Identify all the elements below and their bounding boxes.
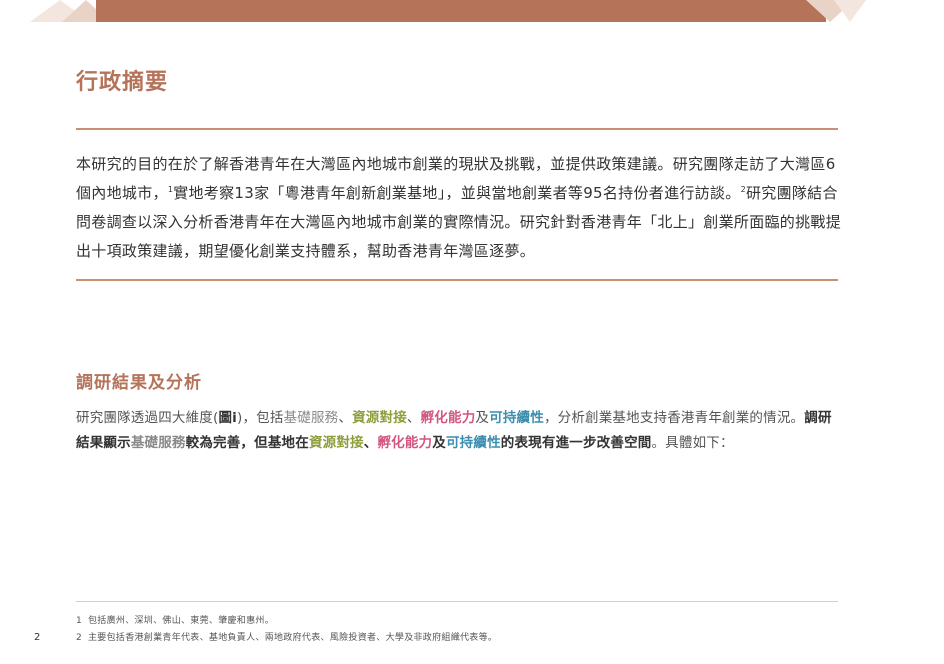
heading-divider (76, 128, 838, 130)
top-decorative-banner (30, 0, 866, 22)
footnote-divider (76, 601, 838, 602)
analysis-paragraph: 研究團隊透過四大維度(圖i)，包括基礎服務、資源對接、孵化能力及可持續性，分析創… (76, 406, 842, 456)
page-number: 2 (34, 632, 41, 643)
dimension-resource-matching: 資源對接 (352, 410, 407, 426)
analysis-text-4: 。具體如下： (651, 435, 734, 451)
findings-bold-2: 較為完善，但基地在 (185, 435, 309, 451)
footnote-text: 包括廣州、深圳、佛山、東莞、肇慶和惠州。 (88, 616, 275, 626)
summary-divider (76, 279, 838, 281)
page-heading: 行政摘要 (76, 70, 169, 95)
summary-text-2: 實地考察13家「粵港青年創新創業基地」，並與當地創業者等95名持份者進行訪談。 (173, 184, 741, 202)
footnote-number: 1 (76, 616, 83, 626)
dimension-sustainability: 可持續性 (489, 410, 544, 426)
separator: 、 (363, 435, 378, 451)
footnote-2: 2 主要包括香港創業青年代表、基地負責人、兩地政府代表、風險投資者、大學及非政府組… (76, 630, 497, 643)
analysis-text-3: ，分析創業基地支持香港青年創業的情況。 (543, 410, 805, 426)
dimension-incubation: 孵化能力 (420, 410, 476, 426)
dimension-sustainability: 可持續性 (445, 435, 501, 451)
conjunction: 及 (432, 435, 446, 451)
analysis-text-2: )，包括 (237, 410, 284, 426)
executive-summary-paragraph: 本研究的目的在於了解香港青年在大灣區內地城市創業的現狀及挑戰，並提供政策建議。研… (76, 150, 842, 266)
findings-bold-3: 的表現有進一步改善空間 (500, 435, 652, 451)
dimension-basic-services: 基礎服務 (130, 435, 186, 451)
banner-bar (96, 0, 826, 22)
figure-reference[interactable]: 圖i (218, 410, 237, 426)
conjunction: 及 (475, 410, 490, 426)
dimension-resource-matching: 資源對接 (308, 435, 364, 451)
dimension-basic-services: 基礎服務 (283, 410, 339, 426)
dimension-incubation: 孵化能力 (377, 435, 433, 451)
section-heading: 調研結果及分析 (76, 373, 202, 393)
footnote-text: 主要包括香港創業青年代表、基地負責人、兩地政府代表、風險投資者、大學及非政府組織… (88, 633, 498, 643)
analysis-text-1: 研究團隊透過四大維度( (76, 410, 219, 426)
footnote-1: 1 包括廣州、深圳、佛山、東莞、肇慶和惠州。 (76, 613, 274, 626)
footnote-number: 2 (76, 633, 83, 643)
separator: 、 (338, 410, 353, 426)
separator: 、 (406, 410, 421, 426)
